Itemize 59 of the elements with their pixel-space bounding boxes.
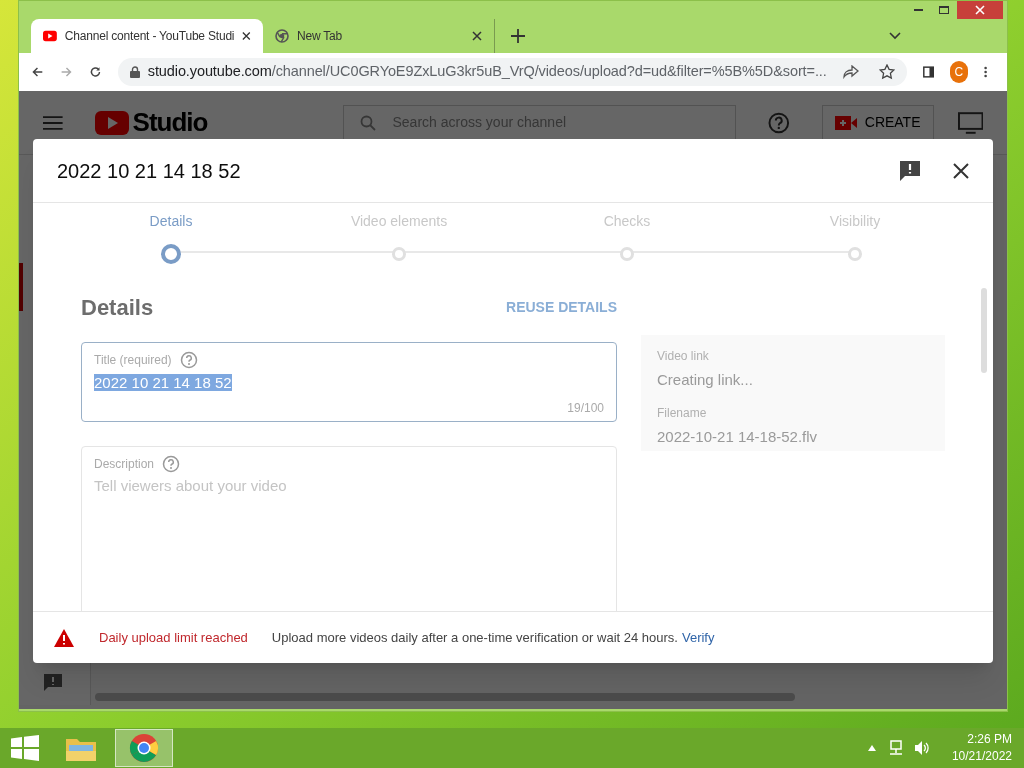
feedback-icon[interactable]	[899, 159, 921, 182]
studio-logo-text: Studio	[132, 106, 208, 139]
reload-icon[interactable]	[88, 64, 102, 80]
windows-start-icon[interactable]	[11, 735, 39, 761]
menu-icon[interactable]	[983, 65, 987, 79]
tab-title: Channel content - YouTube Studi	[64, 28, 235, 45]
tab-title: New Tab	[297, 28, 344, 45]
search-icon	[360, 114, 377, 131]
field-label: Title (required)	[94, 352, 172, 369]
url-text: studio.youtube.com/channel/UC0GRYoE9ZxLuG3kr5uB_VrQ/videos/upload?d=ud&filter=%5B%5D&sort=...	[147, 62, 827, 82]
monitor-icon[interactable]	[957, 111, 983, 134]
close-icon[interactable]	[472, 31, 482, 41]
sidebar-active-marker	[19, 263, 23, 311]
description-placeholder: Tell viewers about your video	[94, 476, 288, 496]
caret-up-icon[interactable]	[867, 745, 876, 751]
title-text: 2022 10 21 14 18 52	[94, 374, 232, 391]
clock-date[interactable]: 10/21/2022	[951, 748, 1012, 765]
warning-icon	[53, 627, 75, 648]
warning-text: Daily upload limit reached	[99, 628, 248, 647]
video-camera-icon	[834, 115, 857, 130]
scrollbar-thumb[interactable]	[981, 288, 987, 373]
close-icon[interactable]	[953, 162, 969, 179]
verify-link[interactable]: Verify	[681, 627, 715, 648]
dialog-title: 2022 10 21 14 18 52	[57, 158, 241, 184]
speaker-icon[interactable]	[913, 740, 930, 756]
horizontal-scrollbar[interactable]	[95, 693, 795, 701]
info-value: Creating link...	[657, 370, 754, 390]
play-logo-icon	[43, 30, 57, 42]
lock-icon	[129, 66, 140, 78]
address-bar[interactable]: studio.youtube.com/channel/UC0GRYoE9ZxLuG3kr5uB_VrQ/videos/upload?d=ud&filter=%5B%5D&sort=...	[117, 58, 907, 86]
description-field[interactable]: Description Tell viewers about your video	[81, 446, 617, 611]
close-icon	[975, 5, 985, 15]
reuse-details-button[interactable]: REUSE DETAILS	[506, 297, 617, 318]
star-icon[interactable]	[878, 64, 895, 80]
browser-tab[interactable]: Channel content - YouTube Studi	[31, 19, 263, 53]
share-icon[interactable]	[842, 65, 859, 79]
info-value: 2022-10-21 14-18-52.flv	[657, 426, 819, 447]
chrome-taskbar-button[interactable]	[115, 729, 173, 767]
chrome-icon	[129, 733, 159, 763]
chevron-down-icon[interactable]	[889, 32, 901, 40]
clock-time[interactable]: 2:26 PM	[967, 731, 1012, 748]
info-label: Video link	[657, 348, 710, 365]
warning-message: Upload more videos daily after a one-time verification or wait 24 hours.	[271, 628, 678, 647]
help-icon[interactable]	[768, 111, 790, 134]
chrome-icon	[275, 29, 289, 43]
help-icon[interactable]	[162, 455, 181, 473]
play-logo-icon	[94, 110, 129, 135]
side-panel-icon[interactable]	[922, 65, 934, 79]
title-field[interactable]: Title (required) 2022 10 21 14 18 52 19/100	[81, 342, 617, 422]
help-icon[interactable]	[179, 351, 198, 369]
section-title: Details	[81, 294, 154, 322]
step-label[interactable]: Details	[149, 211, 193, 232]
character-counter: 19/100	[567, 400, 604, 417]
field-label: Description	[94, 456, 155, 473]
close-icon[interactable]	[242, 31, 251, 41]
new-tab-icon[interactable]	[511, 29, 525, 43]
info-label: Filename	[657, 404, 708, 422]
profile-avatar[interactable]: C	[950, 61, 968, 83]
network-icon[interactable]	[887, 740, 904, 756]
